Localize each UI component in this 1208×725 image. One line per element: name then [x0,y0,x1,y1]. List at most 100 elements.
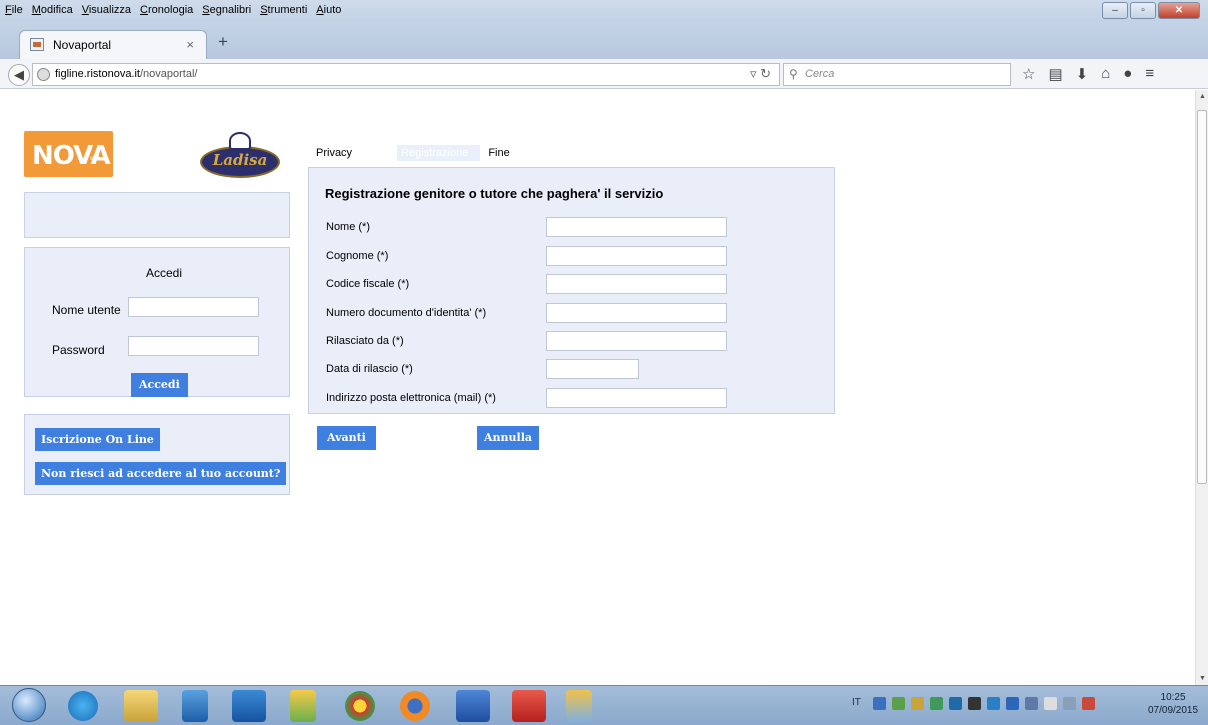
close-tab-icon[interactable]: × [186,37,194,52]
ladisa-logo: Ladisa [200,132,280,182]
login-title: Accedi [146,266,183,280]
field-label-email: Indirizzo posta elettronica (mail) (*) [326,392,496,404]
info-panel [24,192,290,238]
registration-title: Registrazione genitore o tutore che pagh… [325,186,664,201]
minimize-button[interactable]: – [1102,2,1128,19]
menu-cronologia[interactable]: Cronologia [140,4,193,16]
nova-logo: NOVA s.r.l. [24,131,113,177]
scroll-up-icon[interactable]: ▲ [1199,93,1206,100]
cognome-input[interactable] [546,246,727,266]
system-tray: IT [852,697,1095,710]
firefox-icon[interactable] [400,691,430,721]
password-label: Password [52,343,105,357]
tray-update-icon[interactable] [929,697,943,710]
field-label-codice-fiscale: Codice fiscale (*) [326,278,410,290]
field-label-documento: Numero documento d'identita' (*) [326,307,487,319]
maximize-button[interactable]: ▫ [1130,2,1156,19]
forgot-account-button[interactable]: Non riesci ad accedere al tuo account? [35,462,287,485]
field-label-nome: Nome (*) [326,221,371,233]
tray-cloud-icon[interactable] [986,697,1000,710]
acrobat-icon[interactable] [512,690,546,722]
file-explorer-icon[interactable] [124,690,158,722]
tray-flag-icon[interactable] [1043,697,1057,710]
field-label-data-rilascio: Data di rilascio (*) [326,363,413,375]
search-icon: ⚲ [789,67,798,81]
media-player-icon[interactable] [182,690,208,722]
word-icon[interactable] [456,690,490,722]
menu-bar: File Modifica Visualizza Cronologia Segn… [0,0,1208,22]
email-input[interactable] [546,388,727,408]
back-button[interactable]: ◀ [8,64,30,86]
login-button[interactable]: Accedi [131,373,188,397]
taskbar: IT 10:25 07/09/2015 [0,685,1208,725]
tray-outlook-icon[interactable] [1005,697,1019,710]
ladisa-logo-text: Ladisa [212,151,268,169]
paint-icon[interactable] [566,690,592,722]
data-rilascio-input[interactable] [546,359,639,379]
url-text[interactable]: figline.ristonova.it/novaportal/ [55,68,197,80]
tray-display-icon[interactable] [1062,697,1076,710]
reload-icon[interactable]: ▿ ↻ [750,66,771,82]
nome-input[interactable] [546,217,727,237]
password-input[interactable] [128,336,259,356]
download-icon[interactable]: ⬇ [1076,65,1089,83]
close-window-button[interactable]: ✕ [1158,2,1200,19]
address-bar[interactable]: figline.ristonova.it/novaportal/ ▿ ↻ [32,63,780,86]
avanti-button[interactable]: Avanti [317,426,376,450]
scrollbar-thumb[interactable] [1197,110,1207,484]
clock-date: 07/09/2015 [1148,705,1199,716]
chef-hat-icon [229,132,251,150]
links-panel: Iscrizione On Line Non riesci ad acceder… [24,414,290,495]
tray-app-icon[interactable] [872,697,886,710]
documento-input[interactable] [546,303,727,323]
menu-aiuto[interactable]: Aiuto [316,4,341,16]
tray-volume-muted-icon[interactable] [1081,697,1095,710]
chrome-icon[interactable] [345,691,375,721]
step-privacy: Privacy [316,147,353,159]
rilasciato-da-input[interactable] [546,331,727,351]
hamburger-menu-icon[interactable]: ≡ [1145,65,1154,83]
system-clock[interactable]: 10:25 07/09/2015 [1148,691,1198,717]
scroll-down-icon[interactable]: ▼ [1199,675,1206,682]
menu-file[interactable]: File [5,4,23,16]
nav-bar: ◀ figline.ristonova.it/novaportal/ ▿ ↻ ⚲… [0,59,1208,89]
tray-audio-driver-icon[interactable] [967,697,981,710]
step-registrazione-active: Registrazione [397,145,481,161]
chat-icon[interactable]: ● [1123,65,1132,83]
field-label-rilasciato-da: Rilasciato da (*) [326,335,404,347]
url-path: /novaportal/ [140,68,198,80]
reading-list-icon[interactable]: ▤ [1048,65,1062,83]
search-placeholder: Cerca [805,68,835,80]
search-box[interactable]: ⚲ Cerca [783,63,1011,86]
online-signup-button[interactable]: Iscrizione On Line [35,428,160,451]
home-icon[interactable]: ⌂ [1101,65,1110,83]
page-content: NOVA s.r.l. Ladisa Accedi Nome utente Pa… [0,90,1195,685]
step-fine: Fine [488,147,510,159]
username-label: Nome utente [52,303,121,317]
language-indicator[interactable]: IT [852,697,861,710]
annulla-button[interactable]: Annulla [477,426,540,450]
tray-sync-icon[interactable] [910,697,924,710]
menu-strumenti[interactable]: Strumenti [260,4,307,16]
tab-bar: Novaportal × + [0,22,1208,59]
outlook-icon[interactable] [232,690,266,722]
globe-icon [37,68,50,81]
wizard-steps: Privacy Registrazione Fine [316,145,510,161]
internet-explorer-icon[interactable] [68,691,98,721]
photo-gallery-icon[interactable] [290,690,316,722]
menu-modifica[interactable]: Modifica [32,4,73,16]
new-tab-button[interactable]: + [218,32,228,52]
tray-vpn-icon[interactable] [948,697,962,710]
field-label-cognome: Cognome (*) [326,250,389,262]
tray-network-icon[interactable] [891,697,905,710]
start-button-icon[interactable] [12,688,46,722]
url-domain: figline.ristonova.it [55,68,140,80]
tab-novaportal[interactable]: Novaportal × [19,30,207,59]
menu-visualizza[interactable]: Visualizza [82,4,131,16]
codice-fiscale-input[interactable] [546,274,727,294]
bookmark-star-icon[interactable]: ☆ [1022,65,1035,83]
vertical-scrollbar[interactable]: ▲ ▼ [1195,90,1208,685]
username-input[interactable] [128,297,259,317]
menu-segnalibri[interactable]: Segnalibri [202,4,251,16]
tray-monitor-icon[interactable] [1024,697,1038,710]
